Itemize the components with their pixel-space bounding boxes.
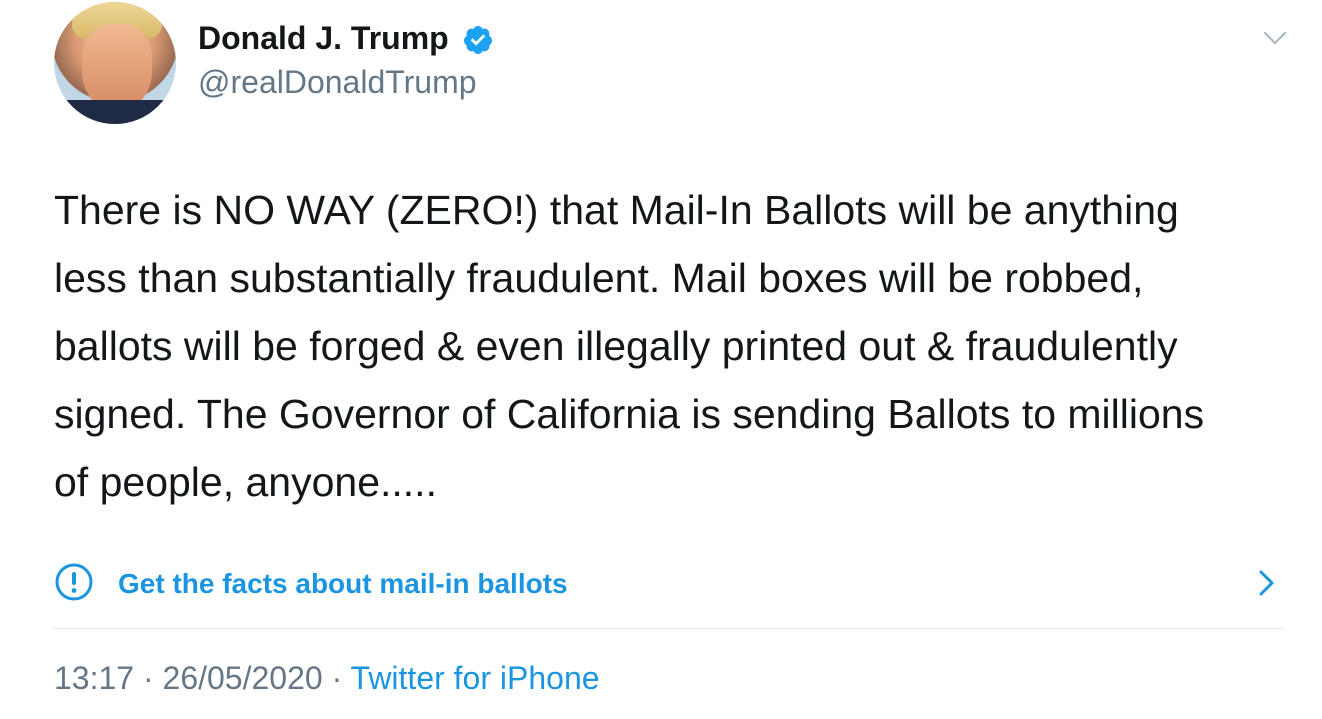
tweet-card: Donald J. Trump @realDonaldTrump There i… bbox=[0, 0, 1322, 719]
author-handle[interactable]: @realDonaldTrump bbox=[198, 64, 477, 101]
meta-separator: · bbox=[142, 660, 154, 696]
chevron-right-icon bbox=[1259, 570, 1274, 596]
tweet-text: There is NO WAY (ZERO!) that Mail-In Bal… bbox=[54, 187, 1205, 505]
tweet-meta: 13:17 · 26/05/2020 · Twitter for iPhone bbox=[54, 660, 600, 697]
divider bbox=[54, 628, 1284, 629]
avatar-suit bbox=[54, 100, 176, 124]
tweet-time[interactable]: 13:17 bbox=[54, 660, 134, 696]
tweet-date[interactable]: 26/05/2020 bbox=[163, 660, 323, 696]
meta-separator: · bbox=[331, 660, 343, 696]
fact-check-label: Get the facts about mail-in ballots bbox=[118, 568, 568, 599]
fact-check-link[interactable]: Get the facts about mail-in ballots bbox=[54, 560, 1294, 606]
avatar[interactable] bbox=[54, 2, 176, 124]
chevron-down-icon[interactable] bbox=[1262, 28, 1288, 48]
verified-badge-icon bbox=[463, 26, 492, 54]
author-name[interactable]: Donald J. Trump bbox=[198, 20, 449, 57]
tweet-source-link[interactable]: Twitter for iPhone bbox=[351, 660, 600, 696]
avatar-face bbox=[82, 24, 152, 110]
info-circle-icon bbox=[55, 563, 93, 601]
